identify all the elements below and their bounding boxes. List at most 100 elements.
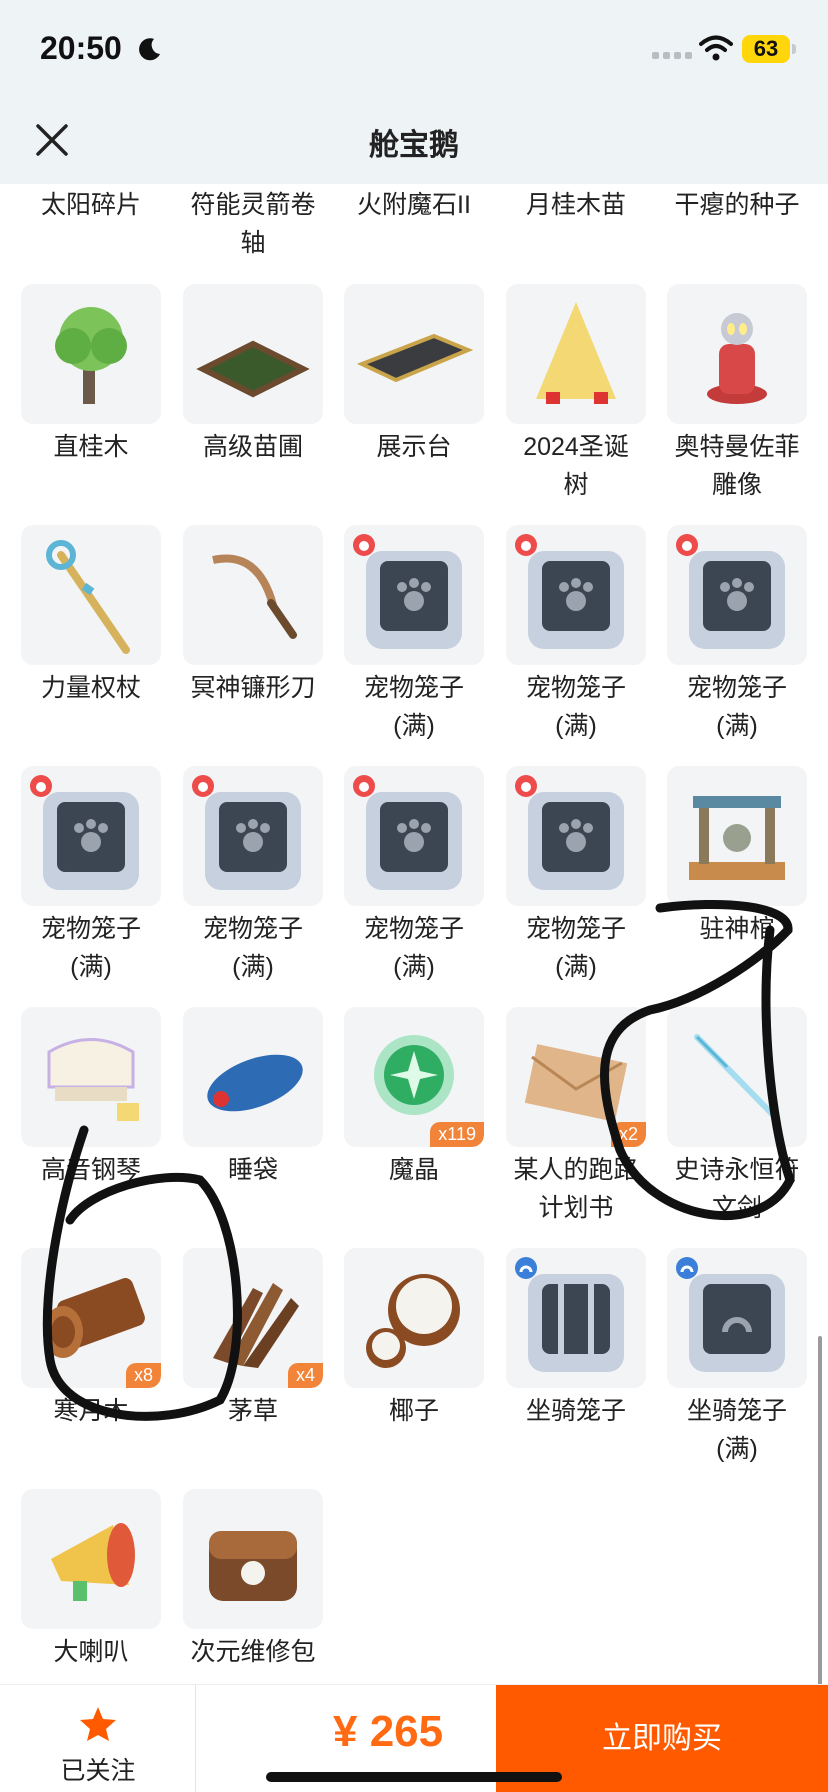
item-card[interactable] [667, 766, 807, 906]
wifi-icon [699, 35, 733, 61]
item-label: 高级苗圃 [202, 433, 303, 461]
quantity-badge: x4 [287, 1363, 323, 1388]
item-card[interactable] [344, 766, 484, 906]
item-card[interactable] [506, 525, 646, 665]
item-label: 魔晶 [388, 1156, 439, 1184]
price-label: ¥ 265 [333, 1707, 444, 1756]
item-label: 史诗永恒符 文剑 [674, 1156, 800, 1222]
item-card[interactable] [21, 1489, 161, 1629]
item-card[interactable] [183, 766, 323, 906]
nursery-icon [196, 340, 310, 398]
quantity-badge: x8 [125, 1363, 161, 1388]
item-card[interactable] [183, 525, 323, 665]
item-card[interactable] [21, 766, 161, 906]
item-label: 坐骑笼子 (满) [686, 1397, 787, 1463]
quantity-badge: x2 [610, 1122, 646, 1147]
display-stand-icon [356, 333, 474, 383]
pet-cage-icon [353, 534, 462, 649]
pet-cage-icon [192, 775, 301, 890]
item-card[interactable] [667, 525, 807, 665]
battery-indicator: 63 [742, 35, 790, 63]
follow-label: 已关注 [60, 1757, 136, 1785]
pet-cage-icon [30, 775, 139, 890]
item-label: 太阳碎片 [40, 191, 141, 219]
pet-cage-icon [515, 775, 624, 890]
pet-cage-icon [515, 534, 624, 649]
header-bar: 20:50 63 舱宝鹅 [0, 0, 828, 184]
item-label: 驻神棺 [699, 915, 775, 943]
star-icon [80, 1707, 116, 1741]
item-label: 宠物笼子 (满) [40, 915, 141, 981]
item-card[interactable] [183, 1489, 323, 1629]
item-card[interactable] [21, 1007, 161, 1147]
item-card[interactable]: x119 [344, 1007, 484, 1147]
item-label: 力量权杖 [40, 674, 141, 702]
item-label: 冥神镰形刀 [190, 674, 316, 702]
item-label: 宠物笼子 (满) [202, 915, 303, 981]
item-label: 寒月木 [53, 1397, 129, 1425]
shrine-icon [689, 796, 785, 880]
item-label: 宠物笼子 (满) [525, 915, 626, 981]
item-label: 符能灵箭卷轴 [190, 191, 316, 257]
item-label: 坐骑笼子 [525, 1397, 626, 1425]
item-card[interactable]: x4 [183, 1248, 323, 1388]
item-label: 奥特曼佐菲 雕像 [674, 433, 800, 499]
item-card[interactable] [183, 284, 323, 424]
item-label: 展示台 [376, 433, 452, 461]
item-label: 干瘪的种子 [674, 191, 800, 219]
repair-bag-icon [209, 1531, 297, 1601]
ultraman-statue-icon [707, 313, 767, 404]
item-label: 睡袋 [227, 1156, 278, 1184]
item-card[interactable] [21, 525, 161, 665]
sleeping-bag-icon [207, 1054, 303, 1112]
home-indicator[interactable] [266, 1772, 562, 1782]
item-label: 宠物笼子 (满) [686, 674, 787, 740]
item-label: 高音钢琴 [40, 1156, 141, 1184]
item-label: 直桂木 [53, 433, 129, 461]
item-label: 某人的跑路 计划书 [513, 1156, 639, 1222]
signal-icon [652, 52, 692, 59]
mount-cage-icon [515, 1257, 624, 1372]
scepter-icon [46, 540, 130, 654]
item-card[interactable] [344, 1248, 484, 1388]
piano-icon [47, 1038, 139, 1121]
megaphone-icon [51, 1523, 135, 1601]
scrollbar[interactable] [818, 1336, 822, 1708]
rune-sword-icon [694, 1034, 780, 1122]
page-title: 舱宝鹅 [369, 129, 459, 162]
moon-icon [139, 38, 160, 61]
follow-button[interactable]: 已关注 [0, 1685, 196, 1792]
item-card[interactable] [506, 766, 646, 906]
battery-tip [792, 44, 796, 54]
tree-icon [55, 307, 127, 404]
item-label: 椰子 [388, 1397, 439, 1425]
item-label: 宠物笼子 (满) [525, 674, 626, 740]
christmas-tree-icon [536, 302, 616, 404]
item-card[interactable] [183, 1007, 323, 1147]
item-card[interactable] [667, 284, 807, 424]
mount-cage-full-icon [676, 1257, 785, 1372]
item-card[interactable] [667, 1007, 807, 1147]
item-label: 火附魔石II [357, 191, 471, 219]
item-card[interactable] [21, 284, 161, 424]
item-label: 次元维修包 [190, 1638, 316, 1666]
quantity-badge: x119 [430, 1122, 484, 1147]
item-card[interactable] [667, 1248, 807, 1388]
item-card[interactable] [506, 1248, 646, 1388]
item-card[interactable] [344, 525, 484, 665]
status-time: 20:50 [40, 30, 122, 66]
item-card[interactable] [506, 284, 646, 424]
sickle-sword-icon [212, 554, 297, 639]
item-card[interactable]: x2 [506, 1007, 646, 1147]
item-card[interactable] [344, 284, 484, 424]
item-label: 宠物笼子 (满) [363, 674, 464, 740]
item-label: 大喇叭 [53, 1638, 129, 1666]
pet-cage-icon [676, 534, 785, 649]
item-label: 月桂木苗 [525, 191, 626, 219]
pet-cage-icon [353, 775, 462, 890]
item-label: 宠物笼子 (满) [363, 915, 464, 981]
item-label: 茅草 [227, 1397, 278, 1425]
item-label: 2024圣诞树 [523, 433, 629, 499]
item-card[interactable]: x8 [21, 1248, 161, 1388]
coconut-icon [366, 1274, 460, 1368]
